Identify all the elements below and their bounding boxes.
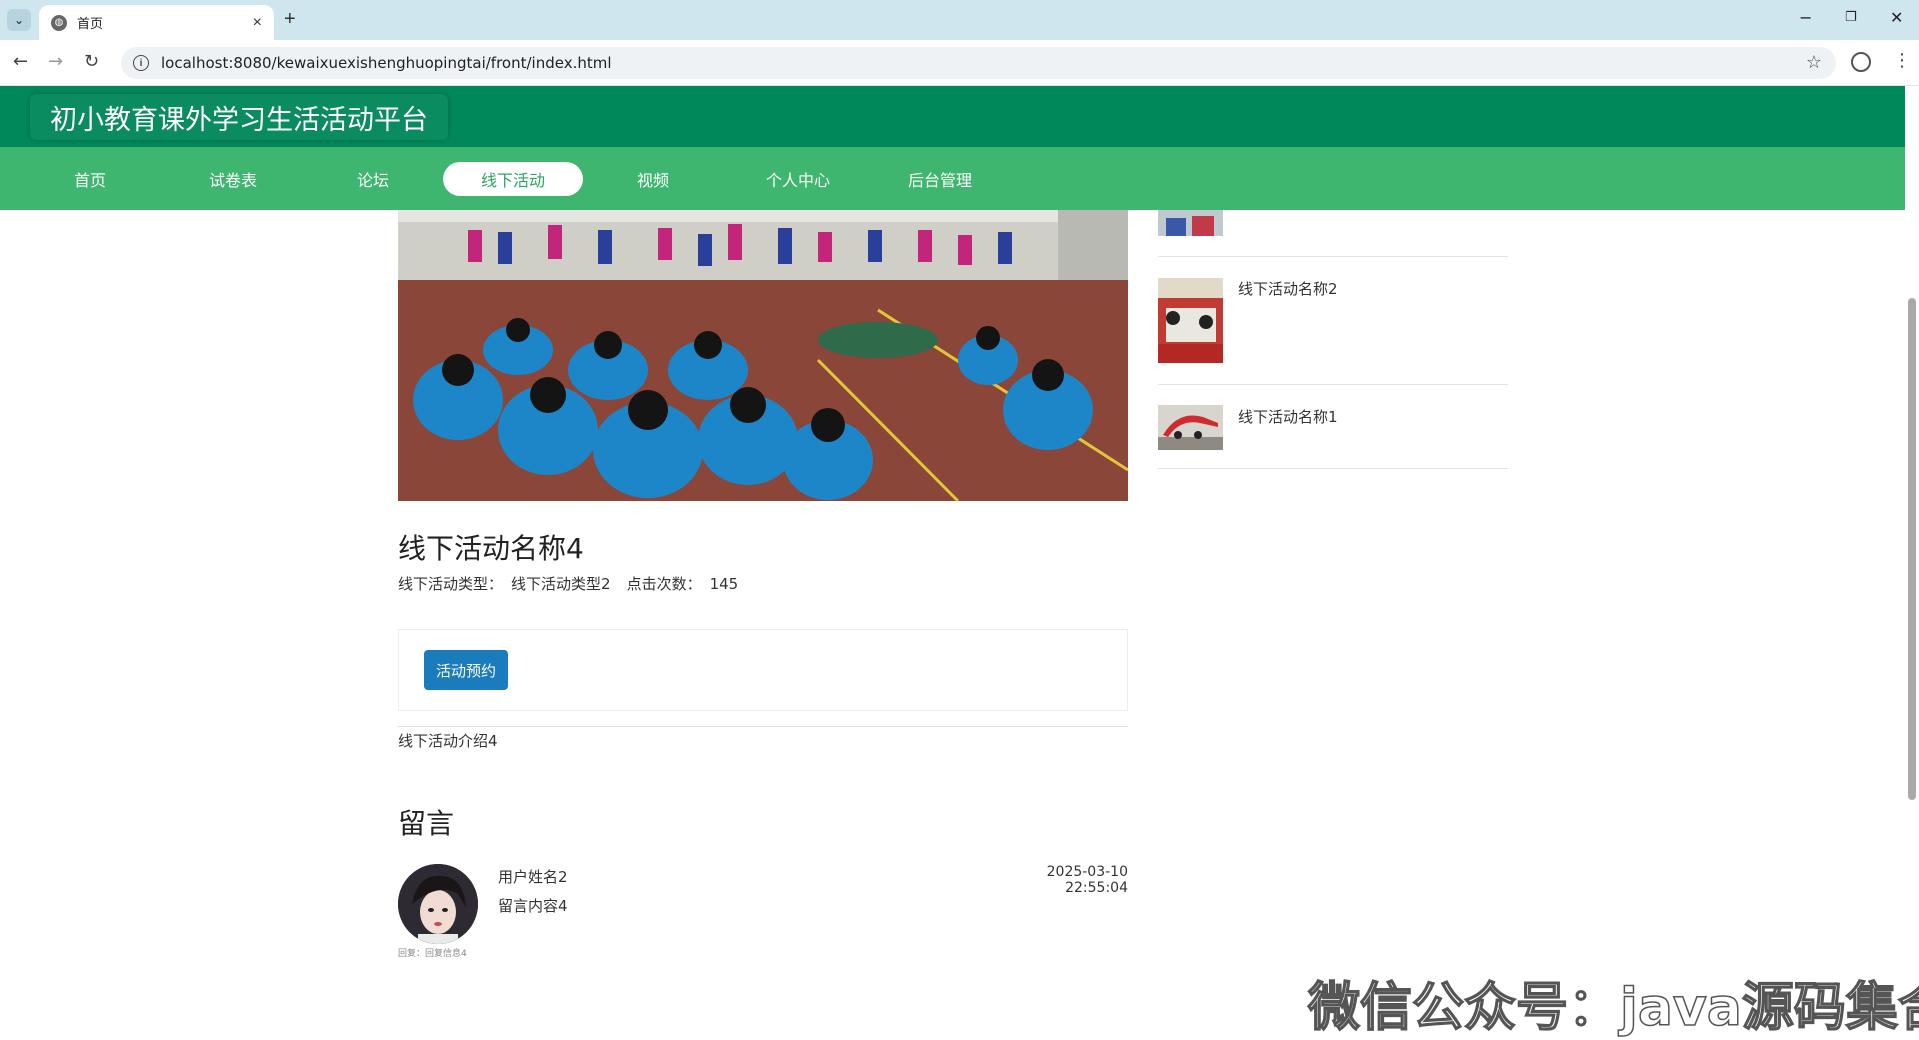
site-brand[interactable]: 初小教育课外学习生活活动平台 [30,94,448,140]
sidebar-thumb-image [1158,210,1223,236]
comment-content: 留言内容4 [498,897,568,915]
nav-video[interactable]: 视频 [623,162,683,196]
nav-personal-center[interactable]: 个人中心 [753,162,843,196]
globe-icon: ◍ [51,14,67,31]
nav-home[interactable]: 首页 [60,162,120,196]
divider [398,726,1128,727]
tab-search-icon[interactable]: ⌄ [7,9,31,31]
activity-meta: 线下活动类型： 线下活动类型2 点击次数： 145 [398,573,746,594]
page-scrollbar-thumb[interactable] [1908,298,1916,800]
browser-tab-bar: ⌄ ◍ 首页 × + − ❐ ✕ [0,0,1919,40]
avatar [398,864,478,944]
forward-icon[interactable]: → [48,51,63,72]
restore-icon[interactable]: ❐ [1845,10,1857,25]
activity-type-value: 线下活动类型2 [511,575,611,593]
nav-offline-activity[interactable]: 线下活动 [443,162,583,196]
sidebar-item-partial[interactable] [1158,172,1508,257]
sidebar-thumb-image [1158,278,1223,363]
nav-exam[interactable]: 试卷表 [198,162,268,196]
book-activity-button[interactable]: 活动预约 [424,650,508,690]
tab-title: 首页 [77,17,104,32]
bookmark-star-icon[interactable]: ☆ [1806,52,1822,73]
site-nav: 首页 试卷表 论坛 线下活动 视频 个人中心 后台管理 [0,147,1905,210]
url-text[interactable]: localhost:8080/kewaixuexishenghuopingtai… [161,54,612,72]
sidebar-item-label[interactable]: 线下活动名称2 [1238,278,1338,299]
site-info-icon[interactable]: i [133,55,149,71]
comments-heading: 留言 [398,807,455,840]
sidebar-thumb [1158,405,1223,450]
activity-photo [398,210,1128,501]
site-header: 初小教育课外学习生活活动平台 [0,86,1905,147]
watermark-text: 微信公众号：java源码集合 [1307,977,1919,1039]
clicks-label: 点击次数： [626,575,702,593]
sidebar-thumb [1158,278,1223,363]
minimize-icon[interactable]: − [1799,8,1812,27]
sidebar-item-label[interactable]: 线下活动名称1 [1238,406,1338,427]
close-window-icon[interactable]: ✕ [1890,8,1903,27]
nav-forum[interactable]: 论坛 [343,162,403,196]
more-menu-icon[interactable]: ⋮ [1893,50,1911,71]
close-tab-icon[interactable]: × [253,14,262,32]
comment-reply: 回复：回复信息4 [398,949,467,959]
address-bar[interactable]: i localhost:8080/kewaixuexishenghuopingt… [121,47,1836,79]
back-icon[interactable]: ← [13,51,28,72]
new-tab-icon[interactable]: + [284,8,296,31]
activity-title: 线下活动名称4 [398,532,584,565]
comment-time: 2025-03-10 22:55:04 [1046,864,1128,896]
booking-panel: 活动预约 [398,629,1128,711]
profile-icon[interactable] [1851,52,1871,72]
sidebar-thumb-image [1158,405,1223,450]
sidebar-thumb [1158,210,1223,236]
comment-user: 用户姓名2 [498,868,568,886]
activity-intro: 线下活动介绍4 [398,732,498,750]
browser-tab[interactable]: ◍ 首页 × [39,5,274,40]
nav-admin[interactable]: 后台管理 [895,162,985,196]
clicks-value: 145 [709,575,739,593]
browser-toolbar: ← → ↻ i localhost:8080/kewaixuexishenghu… [0,40,1919,86]
sidebar-item[interactable]: 线下活动名称2 [1158,258,1508,385]
reload-icon[interactable]: ↻ [84,51,99,72]
avatar-photo [398,864,478,944]
activity-type-label: 线下活动类型： [398,575,504,593]
sidebar-item[interactable]: 线下活动名称1 [1158,386,1508,469]
activity-image [398,210,1128,501]
